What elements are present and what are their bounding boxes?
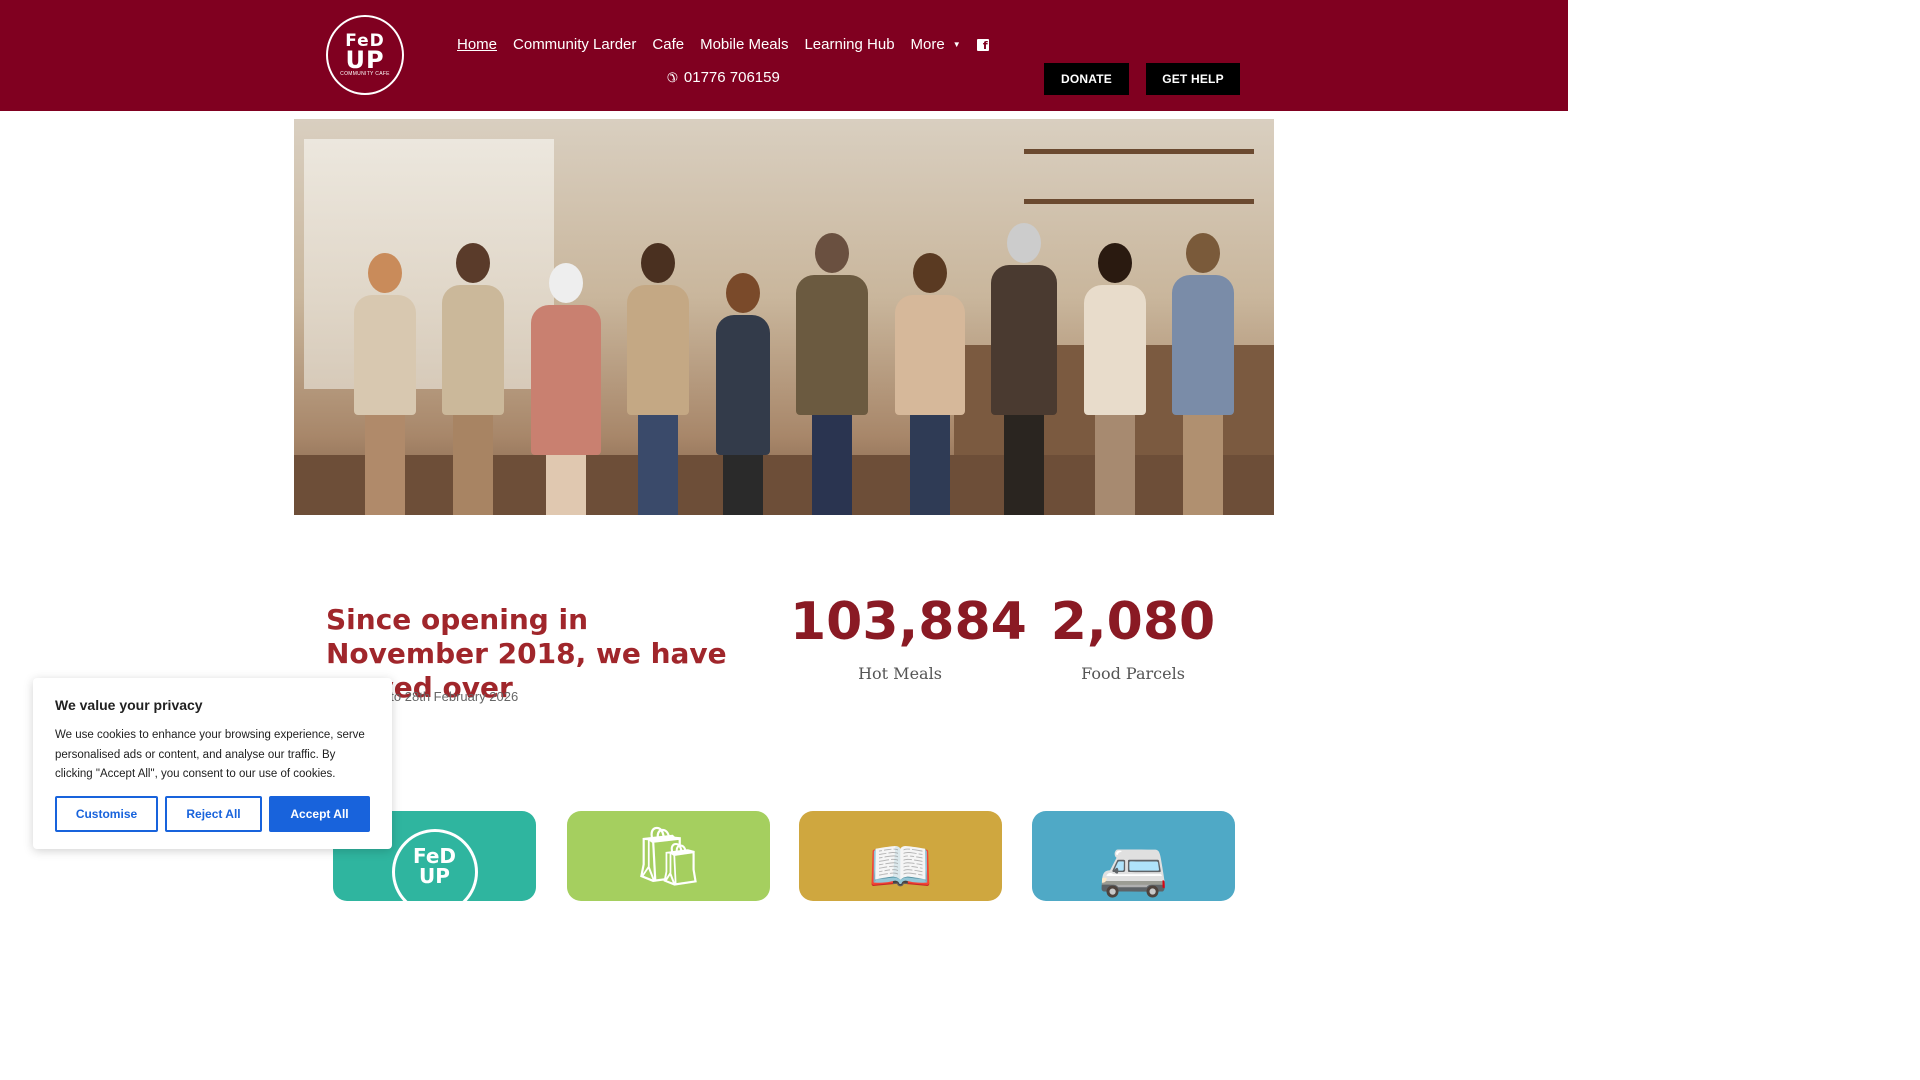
shopping-bag-icon: 🛍 <box>631 824 706 889</box>
tile-mobile-meals[interactable]: 🚐 <box>1032 811 1235 901</box>
donate-button[interactable]: DONATE <box>1044 63 1129 95</box>
nav-more[interactable]: More ▼ <box>911 36 961 53</box>
hero-people-group <box>354 175 1234 515</box>
nav-home[interactable]: Home <box>457 36 497 53</box>
hero-person <box>1083 243 1146 515</box>
reject-all-button[interactable]: Reject All <box>165 796 262 832</box>
delivery-van-icon: 🚐 <box>1098 835 1169 898</box>
hero-person <box>530 263 601 515</box>
tile-community-larder[interactable]: 🛍 <box>567 811 770 901</box>
phone-icon: ✆ <box>667 69 678 85</box>
site-header: FeD UP COMMUNITY CAFE Home Community Lar… <box>0 0 1568 111</box>
hero-person <box>1171 233 1234 515</box>
hero-shelf <box>1024 149 1254 154</box>
fed-up-logo-icon: FeD UP <box>391 829 478 901</box>
hero-person <box>354 253 416 515</box>
cookie-title: We value your privacy <box>55 697 203 713</box>
hero-image <box>294 119 1274 515</box>
hot-meals-count: 103,884 <box>790 592 1027 652</box>
hero-person <box>796 233 869 515</box>
food-parcels-label: Food Parcels <box>1081 664 1185 683</box>
facebook-icon[interactable]: f <box>976 38 989 51</box>
nav-community-larder[interactable]: Community Larder <box>513 36 636 53</box>
nav-learning-hub[interactable]: Learning Hub <box>804 36 894 53</box>
cookie-body: We use cookies to enhance your browsing … <box>55 729 365 781</box>
accept-all-button[interactable]: Accept All <box>269 796 370 832</box>
fed-up-logo[interactable]: FeD UP COMMUNITY CAFE <box>326 15 404 95</box>
nav-cafe[interactable]: Cafe <box>652 36 684 53</box>
hero-person <box>715 273 770 515</box>
logo-text-sub: COMMUNITY CAFE <box>340 70 390 77</box>
hero-person <box>442 243 505 515</box>
phone-link[interactable]: ✆ 01776 706159 <box>667 69 780 86</box>
customise-button[interactable]: Customise <box>55 796 158 832</box>
nav-more-label: More <box>910 36 945 53</box>
main-nav: Home Community Larder Cafe Mobile Meals … <box>457 36 989 53</box>
tile-learning-hub[interactable]: 📖 <box>799 811 1002 901</box>
phone-number: 01776 706159 <box>683 69 780 86</box>
nav-mobile-meals[interactable]: Mobile Meals <box>700 36 788 53</box>
food-parcels-count: 2,080 <box>1050 592 1216 652</box>
hero-person <box>894 253 965 515</box>
logo-text-main: UP <box>345 45 385 74</box>
hot-meals-label: Hot Meals <box>858 664 942 683</box>
hero-person <box>991 223 1058 515</box>
book-icon: 📖 <box>868 838 933 896</box>
hero-person <box>627 243 690 515</box>
chevron-down-icon: ▼ <box>952 40 961 49</box>
cookie-consent-banner: We value your privacy We use cookies to … <box>33 678 392 849</box>
get-help-button[interactable]: GET HELP <box>1146 63 1240 95</box>
